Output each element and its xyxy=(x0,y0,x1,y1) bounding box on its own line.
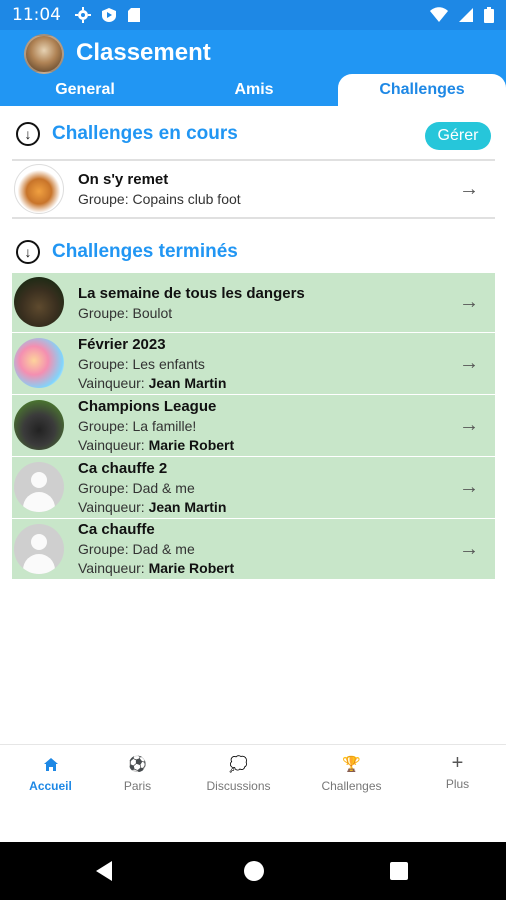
app-header: Classement General Amis Challenges xyxy=(0,30,506,106)
nav-discussions[interactable]: 💭 Discussions xyxy=(188,755,289,793)
challenge-group: Groupe: Dad & me xyxy=(78,480,195,496)
tab-challenges[interactable]: Challenges xyxy=(338,74,506,106)
challenge-name: Février 2023 xyxy=(78,336,166,353)
challenge-thumbnail xyxy=(14,400,64,450)
list-item[interactable]: On s'y remet Groupe: Copains club foot → xyxy=(12,162,495,217)
list-item[interactable]: Février 2023 Groupe: Les enfants Vainque… xyxy=(12,333,495,395)
challenge-winner: Vainqueur: Jean Martin xyxy=(78,499,227,515)
user-avatar[interactable] xyxy=(24,34,64,74)
nav-label: Plus xyxy=(445,777,470,791)
default-avatar-icon xyxy=(14,524,64,574)
arrow-right-icon: → xyxy=(459,291,479,313)
chat-icon: 💭 xyxy=(229,756,248,773)
trophy-icon: 🏆 xyxy=(342,756,361,773)
list-item[interactable]: Ca chauffe Groupe: Dad & me Vainqueur: M… xyxy=(12,519,495,580)
section-title-current: Challenges en cours xyxy=(52,123,238,144)
status-time: 11:04 xyxy=(12,5,61,25)
arrow-right-icon: → xyxy=(459,476,479,498)
arrow-down-circle-icon: ↓ xyxy=(16,122,40,146)
challenge-winner: Vainqueur: Jean Martin xyxy=(78,375,227,391)
challenge-group: Groupe: Dad & me xyxy=(78,541,195,557)
challenge-thumbnail xyxy=(14,277,64,327)
challenge-winner: Vainqueur: Marie Robert xyxy=(78,560,235,576)
challenge-name: Ca chauffe 2 xyxy=(78,460,168,477)
nav-challenges[interactable]: 🏆 Challenges xyxy=(301,755,402,793)
play-shield-icon xyxy=(102,8,116,22)
challenge-group: Groupe: Boulot xyxy=(78,305,173,321)
system-nav-bar xyxy=(0,842,506,900)
tab-amis[interactable]: Amis xyxy=(170,74,338,106)
wifi-icon xyxy=(430,7,448,22)
challenge-thumbnail xyxy=(14,338,64,388)
challenge-group: Groupe: Copains club foot xyxy=(78,191,241,207)
home-button-icon[interactable] xyxy=(244,861,264,881)
challenge-name: Champions League xyxy=(78,398,217,415)
plus-icon: + xyxy=(451,752,464,774)
challenge-name: On s'y remet xyxy=(78,171,169,188)
default-avatar-icon xyxy=(14,462,64,512)
soccer-ball-icon: ⚽ xyxy=(128,756,147,773)
battery-icon xyxy=(484,7,494,23)
challenge-name: La semaine de tous les dangers xyxy=(78,285,305,302)
nav-accueil[interactable]: Accueil xyxy=(0,755,101,793)
section-title-finished: Challenges terminés xyxy=(52,241,238,262)
divider xyxy=(12,159,495,161)
list-item[interactable]: Ca chauffe 2 Groupe: Dad & me Vainqueur:… xyxy=(12,457,495,519)
finished-challenges-header[interactable]: ↓ Challenges terminés xyxy=(16,240,238,264)
nav-label: Discussions xyxy=(206,779,271,793)
back-icon[interactable] xyxy=(96,861,112,881)
arrow-right-icon: → xyxy=(459,352,479,374)
tab-bar: General Amis Challenges xyxy=(0,74,506,106)
bottom-navigation: Accueil ⚽ Paris 💭 Discussions 🏆 Challeng… xyxy=(0,744,506,842)
divider xyxy=(12,217,495,219)
manage-button[interactable]: Gérer xyxy=(425,122,491,150)
signal-icon xyxy=(459,8,473,22)
sd-card-icon xyxy=(128,8,140,22)
arrow-right-icon: → xyxy=(459,178,479,200)
arrow-right-icon: → xyxy=(459,414,479,436)
challenge-group: Groupe: La famille! xyxy=(78,418,197,434)
challenge-thumbnail xyxy=(14,164,64,214)
recent-apps-icon[interactable] xyxy=(390,862,408,880)
tab-general[interactable]: General xyxy=(0,74,170,106)
arrow-down-circle-icon: ↓ xyxy=(16,240,40,264)
status-bar: 11:04 xyxy=(0,0,506,30)
challenge-group: Groupe: Les enfants xyxy=(78,356,205,372)
current-challenges-header[interactable]: ↓ Challenges en cours xyxy=(16,122,238,146)
nav-plus[interactable]: + Plus xyxy=(407,753,506,791)
arrow-right-icon: → xyxy=(459,537,479,560)
challenge-name: Ca chauffe xyxy=(78,521,155,538)
gear-icon xyxy=(75,7,91,23)
challenge-winner: Vainqueur: Marie Robert xyxy=(78,437,235,453)
list-item[interactable]: Champions League Groupe: La famille! Vai… xyxy=(12,395,495,457)
home-icon xyxy=(43,758,58,771)
nav-label: Challenges xyxy=(321,779,382,793)
nav-label: Accueil xyxy=(29,779,72,793)
list-item[interactable]: La semaine de tous les dangers Groupe: B… xyxy=(12,273,495,333)
page-title: Classement xyxy=(76,39,211,66)
nav-paris[interactable]: ⚽ Paris xyxy=(87,755,188,793)
nav-label: Paris xyxy=(123,779,152,793)
